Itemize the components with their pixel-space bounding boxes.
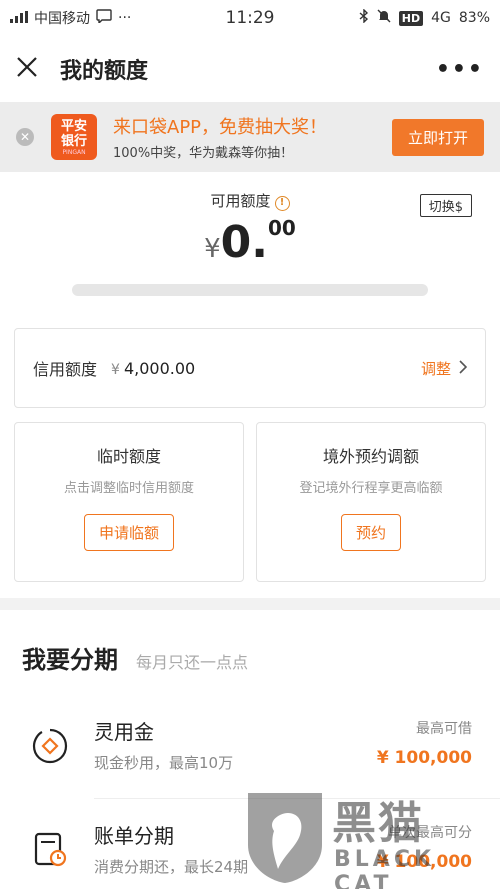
item-desc: 消费分期还，最长24期 xyxy=(94,858,249,876)
watermark-en: BLACK CAT xyxy=(334,847,436,889)
pingan-bank-logo: 平安 银行 PINGAN xyxy=(51,114,97,160)
cat-shield-icon xyxy=(248,793,322,883)
card-title: 临时额度 xyxy=(96,447,161,466)
more-dots-icon: ··· xyxy=(118,10,132,26)
available-amount-panel: 可用额度! 切换$ ¥0.00 xyxy=(0,172,500,310)
logo-line-2: 银行 xyxy=(60,134,87,149)
card-desc: 登记境外行程享更高临额 xyxy=(299,481,443,496)
section-subtitle: 每月只还一点点 xyxy=(136,653,249,672)
reserve-button[interactable]: 预约 xyxy=(340,514,401,551)
item-name: 账单分期 xyxy=(94,824,174,848)
item-name: 灵用金 xyxy=(94,720,154,744)
logo-sub: PINGAN xyxy=(62,149,86,156)
message-icon xyxy=(96,9,112,27)
bluetooth-icon xyxy=(359,8,369,27)
nav-bar: 我的额度 ••• xyxy=(0,36,500,102)
close-icon[interactable] xyxy=(16,54,46,84)
cash-icon xyxy=(30,726,70,766)
amount-decimal: 00 xyxy=(268,216,296,240)
watermark-cn: 黑猫 xyxy=(332,798,424,849)
card-desc: 点击调整临时信用额度 xyxy=(63,481,194,496)
switch-currency-button[interactable]: 切换$ xyxy=(419,194,472,217)
amount-integer: 0. xyxy=(220,217,269,268)
credit-limit-row[interactable]: 信用额度 ¥4,000.00 调整 xyxy=(14,328,486,408)
usage-progress-bar xyxy=(72,284,428,296)
black-cat-watermark: 黑猫 BLACK CAT xyxy=(240,785,490,889)
page-title: 我的额度 xyxy=(60,59,149,84)
apply-temp-limit-button[interactable]: 申请临额 xyxy=(83,514,174,551)
section-title: 我要分期 xyxy=(22,646,118,674)
bill-clock-icon xyxy=(30,830,70,870)
info-icon[interactable]: ! xyxy=(274,196,290,211)
item-right-label: 最高可借 xyxy=(416,721,472,737)
signal-icon xyxy=(10,10,28,26)
temporary-limit-card: 临时额度 点击调整临时信用额度 申请临额 xyxy=(14,422,244,582)
available-amount-value: ¥0.00 xyxy=(0,216,500,268)
promo-banner[interactable]: ✕ 平安 银行 PINGAN 来口袋APP，免费抽大奖！ 100%中奖，华为戴森… xyxy=(0,102,500,172)
status-bar: 中国移动 ··· 11:29 HD 4G 83% xyxy=(0,0,500,36)
logo-line-1: 平安 xyxy=(60,119,87,134)
credit-amount: 4,000.00 xyxy=(123,358,196,378)
promo-subline: 100%中奖，华为戴森等你抽！ xyxy=(113,146,294,161)
bell-mute-icon xyxy=(377,9,391,27)
network-type: 4G xyxy=(431,10,451,26)
credit-limit-label: 信用额度 xyxy=(33,360,98,379)
open-app-button[interactable]: 立即打开 xyxy=(391,118,484,156)
credit-currency: ¥ xyxy=(111,361,120,378)
credit-limit-value: ¥4,000.00 xyxy=(111,359,195,378)
item-desc: 现金秒用，最高10万 xyxy=(94,754,234,772)
available-amount-label: 可用额度 xyxy=(210,192,271,210)
item-right-value: ¥ 100,000 xyxy=(376,748,472,768)
chevron-right-icon xyxy=(459,358,468,379)
carrier-name: 中国移动 xyxy=(34,11,90,27)
dismiss-promo-icon[interactable]: ✕ xyxy=(16,128,34,146)
adjust-link[interactable]: 调整 xyxy=(421,358,451,379)
hd-badge: HD xyxy=(398,10,424,26)
overseas-reservation-card: 境外预约调额 登记境外行程享更高临额 预约 xyxy=(256,422,486,582)
currency-symbol: ¥ xyxy=(204,234,221,264)
card-title: 境外预约调额 xyxy=(322,447,419,466)
battery-level: 83% xyxy=(458,10,490,26)
promo-headline: 来口袋APP，免费抽大奖！ xyxy=(113,117,328,138)
more-menu-icon[interactable]: ••• xyxy=(436,57,484,82)
